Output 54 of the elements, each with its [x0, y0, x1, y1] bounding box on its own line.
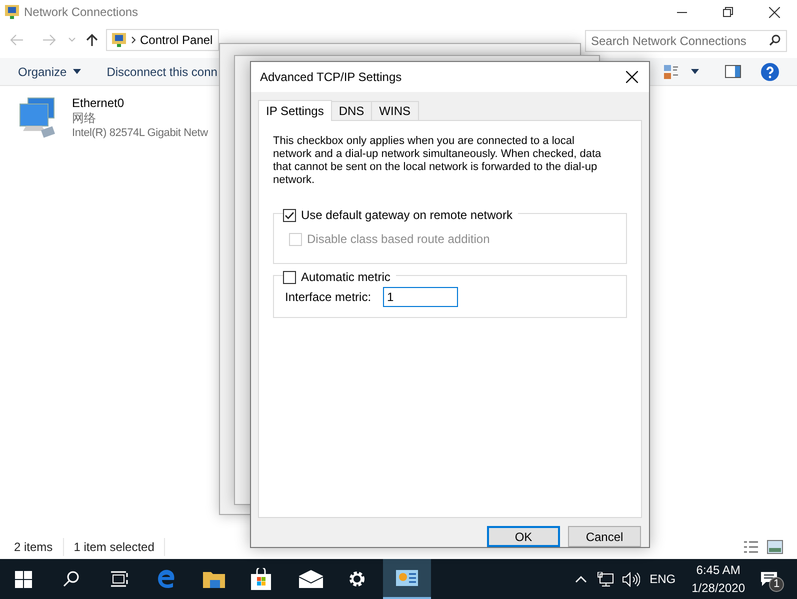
- network-settings-icon: [396, 570, 418, 586]
- taskbar-app-button[interactable]: [383, 559, 431, 599]
- chevron-icon: [131, 36, 136, 44]
- details-view-icon[interactable]: [743, 540, 759, 554]
- browser-e-icon[interactable]: [157, 569, 177, 589]
- close-icon: [626, 71, 638, 83]
- view-options-icon[interactable]: [663, 64, 679, 80]
- maximize-icon: [723, 7, 733, 17]
- speaker-icon[interactable]: [622, 572, 640, 586]
- address-bar[interactable]: Control Panel: [106, 29, 219, 51]
- toolbar-button[interactable]: Disconnect this conn: [106, 62, 218, 80]
- shopping-bag-icon[interactable]: [251, 568, 271, 590]
- search-field[interactable]: Search Network Connections: [585, 30, 787, 52]
- network-name: 网络: [72, 111, 97, 126]
- close-icon: [768, 6, 780, 18]
- connection-name: Ethernet0: [72, 96, 126, 111]
- status-text: 1 item selected: [74, 538, 166, 556]
- help-icon[interactable]: [761, 62, 779, 80]
- language-indicator[interactable]: ENG: [650, 570, 676, 588]
- dialog-title: Advanced TCP/IP Settings: [260, 69, 402, 86]
- tab[interactable]: WINS: [371, 101, 419, 120]
- description-text: This checkbox only applies when you are connected to a local network and a dial-up network simultaneously. When checked, data that cannot be sent on the local network is forwarded to the dial-up network.: [273, 135, 602, 187]
- notification-badge: 1: [769, 577, 784, 592]
- clock[interactable]: 6:45 AM 1/28/2020: [692, 561, 745, 597]
- check-icon: [284, 210, 295, 220]
- search-icon[interactable]: [63, 571, 79, 587]
- breadcrumb[interactable]: Control Panel: [140, 31, 213, 49]
- windows-start-icon[interactable]: [15, 570, 32, 588]
- dialog-button[interactable]: Cancel: [568, 526, 641, 547]
- tab[interactable]: IP Settings: [258, 100, 332, 121]
- preview-pane-icon[interactable]: [725, 65, 741, 78]
- dropdown-icon[interactable]: [691, 69, 699, 74]
- field-label: Interface metric:: [285, 289, 372, 306]
- metric-field[interactable]: 1: [383, 287, 458, 307]
- settings-gear-icon[interactable]: [348, 570, 366, 588]
- caret-icon: [72, 69, 81, 74]
- large-icons-view-icon[interactable]: [767, 540, 783, 554]
- checkbox[interactable]: Use default gateway on remote network: [283, 206, 512, 224]
- task-view-icon[interactable]: [111, 571, 129, 587]
- search-icon: [769, 34, 781, 46]
- network-folder-icon: [111, 32, 127, 48]
- mail-icon[interactable]: [299, 570, 323, 588]
- adapter-name: Intel(R) 82574L Gigabit Netw: [72, 126, 208, 141]
- network-folder-icon: [4, 4, 20, 20]
- status-text: 2 items: [14, 538, 64, 556]
- notification-button[interactable]: 1: [761, 564, 781, 594]
- network-monitor-icon[interactable]: [596, 572, 614, 586]
- folder-icon[interactable]: [203, 570, 225, 588]
- toolbar-button[interactable]: Organize: [18, 62, 81, 80]
- dialog-button[interactable]: OK: [487, 526, 560, 547]
- window-title: Network Connections: [24, 4, 138, 21]
- up-arrow-icon[interactable]: [86, 33, 98, 47]
- checkbox[interactable]: Automatic metric: [283, 268, 390, 286]
- chevron-up-icon[interactable]: [574, 575, 587, 583]
